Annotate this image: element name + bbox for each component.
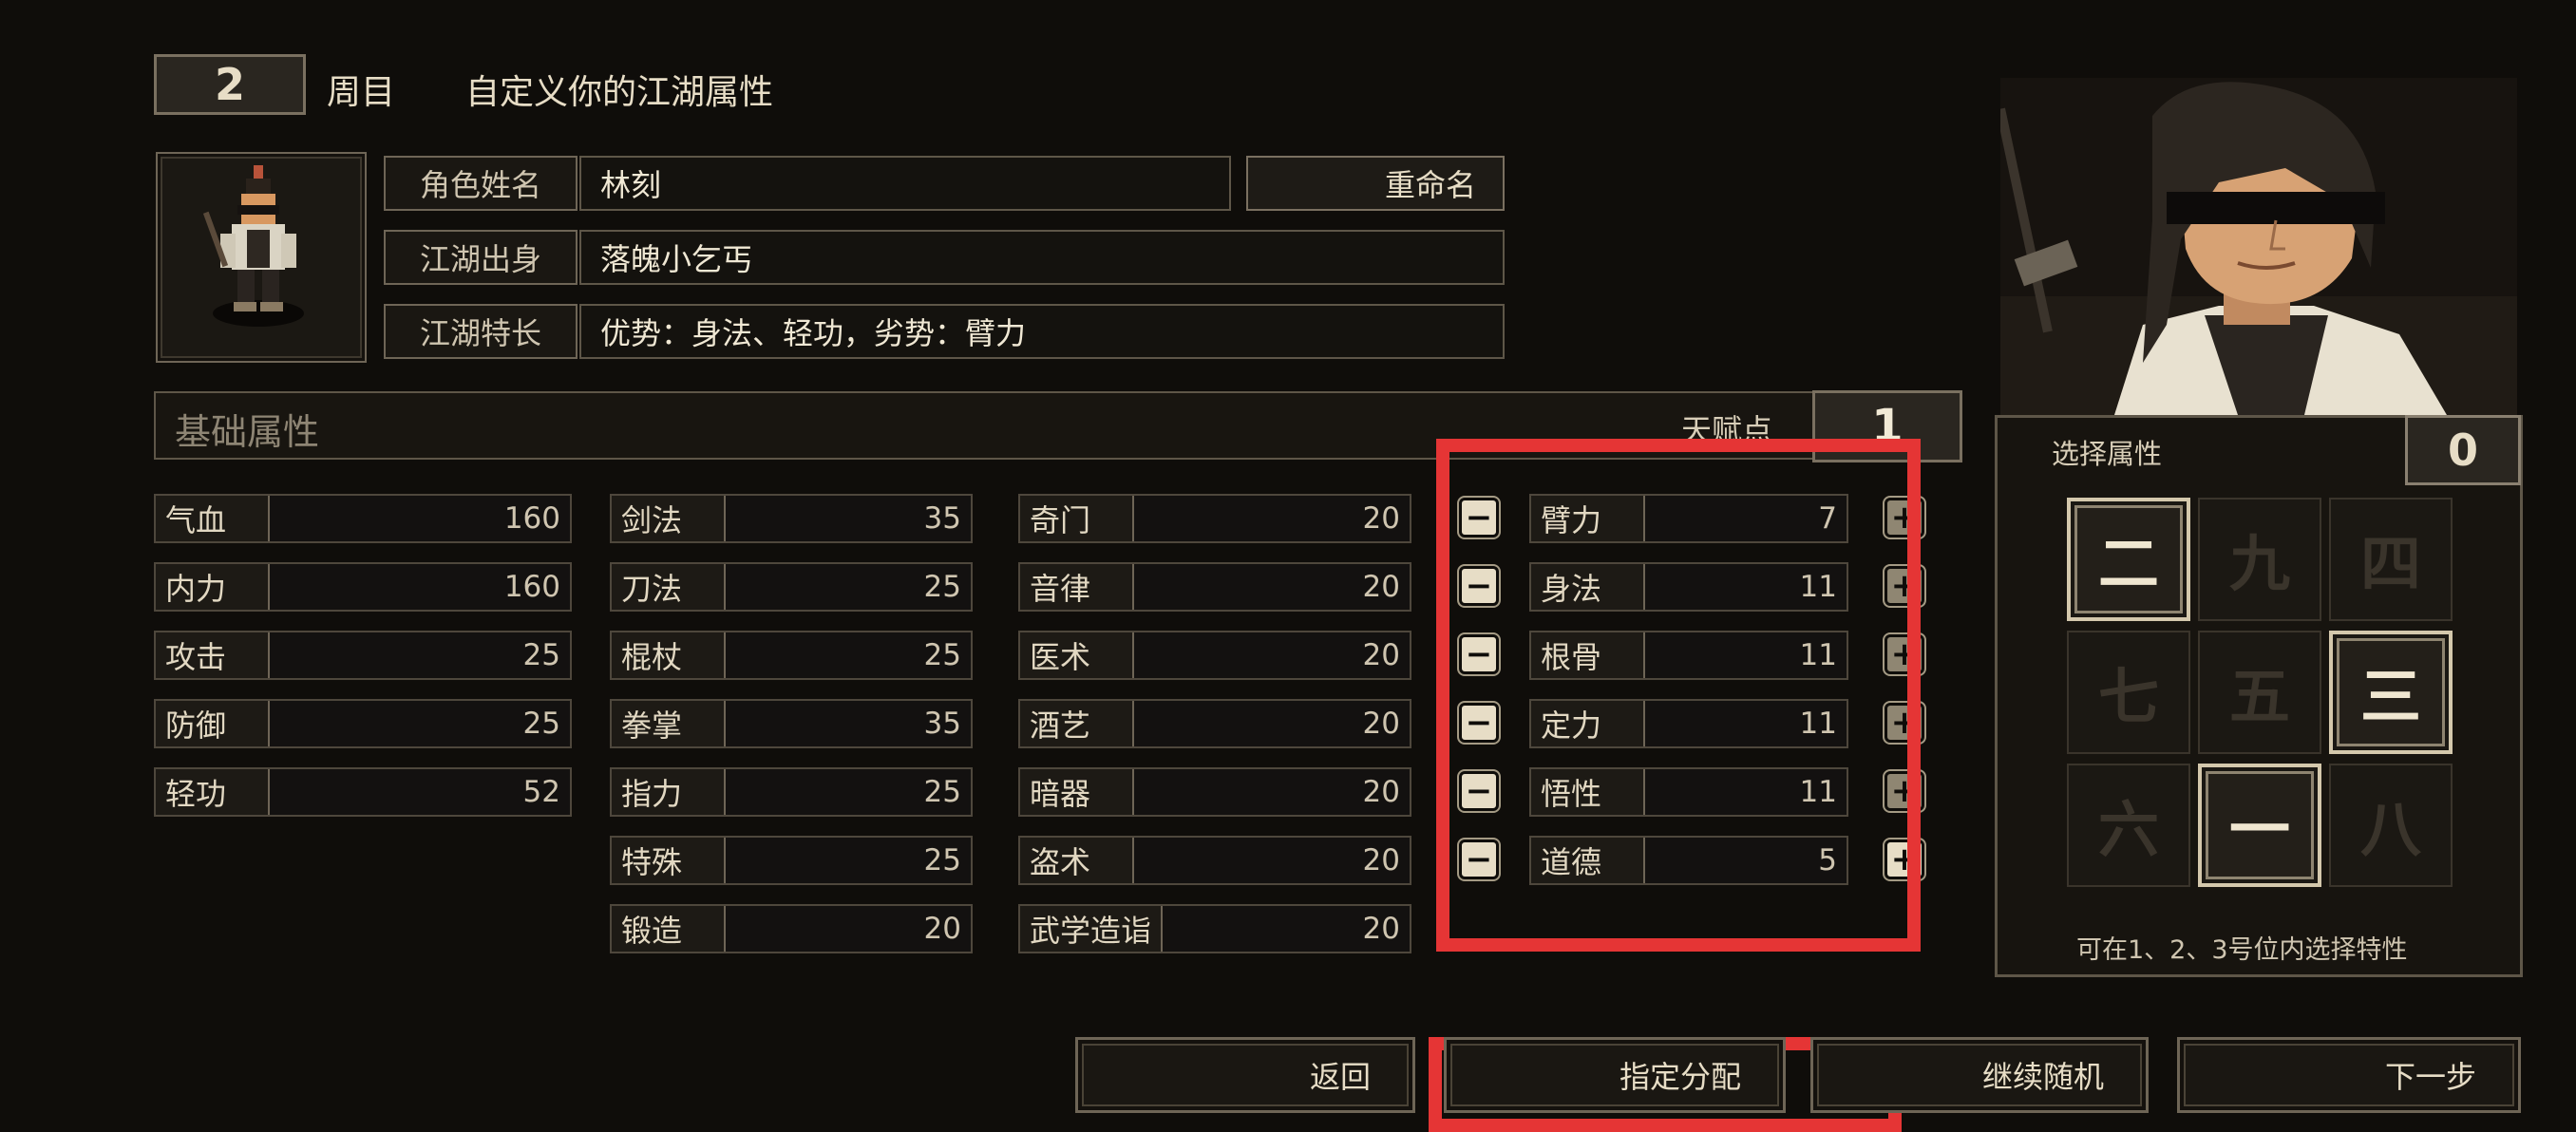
stat-value: 25 bbox=[923, 570, 961, 604]
rename-button[interactable]: 重命名 bbox=[1246, 156, 1505, 211]
stat-name: 音律 bbox=[1020, 564, 1134, 610]
stat-row: 医术 20 bbox=[1018, 631, 1411, 680]
stat-name: 武学造诣 bbox=[1020, 906, 1164, 952]
stat-name: 攻击 bbox=[156, 632, 270, 678]
name-label: 角色姓名 bbox=[384, 156, 578, 211]
stat-row: 剑法 35 bbox=[610, 494, 973, 543]
page-subtitle: 自定义你的江湖属性 bbox=[465, 73, 774, 112]
stat-name: 奇门 bbox=[1020, 496, 1134, 541]
stat-value: 25 bbox=[923, 775, 961, 809]
stat-value: 35 bbox=[923, 501, 961, 536]
trait-slot-9[interactable]: 九 bbox=[2198, 498, 2321, 621]
panel-hint: 可在1、2、3号位内选择特性 bbox=[2076, 935, 2408, 965]
stat-name: 酒艺 bbox=[1020, 701, 1134, 746]
stat-value: 20 bbox=[1362, 501, 1400, 536]
panel-title: 选择属性 bbox=[2052, 438, 2163, 470]
trait-slot-8[interactable]: 八 bbox=[2329, 764, 2453, 887]
trait-slot-6[interactable]: 六 bbox=[2067, 764, 2190, 887]
name-field: 林刻 bbox=[579, 156, 1231, 211]
stat-value: 20 bbox=[1362, 707, 1400, 741]
stat-value: 25 bbox=[923, 638, 961, 672]
assign-button[interactable]: 指定分配 bbox=[1444, 1037, 1786, 1113]
stat-name: 防御 bbox=[156, 701, 270, 746]
stat-row: 棍杖 25 bbox=[610, 631, 973, 680]
stat-name: 暗器 bbox=[1020, 769, 1134, 815]
stat-value: 35 bbox=[923, 707, 961, 741]
trait-slot-2[interactable]: 二 bbox=[2067, 498, 2190, 621]
stat-row: 锻造 20 bbox=[610, 904, 973, 953]
trait-slot-5[interactable]: 五 bbox=[2198, 631, 2321, 754]
stat-value: 52 bbox=[522, 775, 560, 809]
trait-label: 江湖特长 bbox=[384, 304, 578, 359]
stat-name: 刀法 bbox=[612, 564, 726, 610]
stat-name: 气血 bbox=[156, 496, 270, 541]
stat-name: 锻造 bbox=[612, 906, 726, 952]
stat-name: 特殊 bbox=[612, 838, 726, 883]
trait-field: 优势：身法、轻功，劣势：臂力 bbox=[579, 304, 1505, 359]
stat-name: 医术 bbox=[1020, 632, 1134, 678]
stat-value: 20 bbox=[1362, 843, 1400, 877]
stat-row: 刀法 25 bbox=[610, 562, 973, 612]
stat-row: 攻击 25 bbox=[154, 631, 572, 680]
trait-slot-7[interactable]: 七 bbox=[2067, 631, 2190, 754]
origin-field: 落魄小乞丐 bbox=[579, 230, 1505, 285]
stat-value: 25 bbox=[522, 707, 560, 741]
stat-value: 160 bbox=[503, 570, 560, 604]
stat-name: 棍杖 bbox=[612, 632, 726, 678]
stat-value: 20 bbox=[1362, 775, 1400, 809]
stat-row: 指力 25 bbox=[610, 767, 973, 817]
trait-slot-4[interactable]: 四 bbox=[2329, 498, 2453, 621]
stat-name: 内力 bbox=[156, 564, 270, 610]
stat-row: 暗器 20 bbox=[1018, 767, 1411, 817]
trait-slot-1[interactable]: 一 bbox=[2198, 764, 2321, 887]
highlight-frame bbox=[1436, 439, 1921, 952]
cycle-number: 2 bbox=[154, 54, 306, 115]
stat-value: 20 bbox=[1362, 570, 1400, 604]
stat-row: 酒艺 20 bbox=[1018, 699, 1411, 748]
cycle-label: 周目 bbox=[327, 73, 396, 112]
stat-row: 气血 160 bbox=[154, 494, 572, 543]
stat-value: 20 bbox=[1362, 638, 1400, 672]
stat-row: 特殊 25 bbox=[610, 836, 973, 885]
stat-name: 拳掌 bbox=[612, 701, 726, 746]
stat-row: 武学造诣 20 bbox=[1018, 904, 1411, 953]
stat-name: 盗术 bbox=[1020, 838, 1134, 883]
stat-name: 剑法 bbox=[612, 496, 726, 541]
character-portrait bbox=[2000, 78, 2517, 415]
stat-row: 奇门 20 bbox=[1018, 494, 1411, 543]
stat-value: 20 bbox=[923, 912, 961, 946]
trait-slot-3[interactable]: 三 bbox=[2329, 631, 2453, 754]
stat-row: 拳掌 35 bbox=[610, 699, 973, 748]
stat-row: 音律 20 bbox=[1018, 562, 1411, 612]
stat-row: 轻功 52 bbox=[154, 767, 572, 817]
selected-count: 0 bbox=[2405, 415, 2521, 485]
back-button[interactable]: 返回 bbox=[1075, 1037, 1415, 1113]
stat-row: 防御 25 bbox=[154, 699, 572, 748]
stat-name: 轻功 bbox=[156, 769, 270, 815]
character-sprite bbox=[156, 152, 367, 363]
stat-value: 25 bbox=[923, 843, 961, 877]
next-button[interactable]: 下一步 bbox=[2177, 1037, 2521, 1113]
character-portrait-icon bbox=[2000, 78, 2517, 415]
stat-name: 指力 bbox=[612, 769, 726, 815]
random-button[interactable]: 继续随机 bbox=[1810, 1037, 2149, 1113]
stat-value: 20 bbox=[1362, 912, 1400, 946]
section-title: 基础属性 bbox=[175, 411, 320, 453]
stat-row: 盗术 20 bbox=[1018, 836, 1411, 885]
stat-value: 160 bbox=[503, 501, 560, 536]
beggar-sprite-icon bbox=[202, 165, 304, 327]
stat-row: 内力 160 bbox=[154, 562, 572, 612]
origin-label: 江湖出身 bbox=[384, 230, 578, 285]
stat-value: 25 bbox=[522, 638, 560, 672]
